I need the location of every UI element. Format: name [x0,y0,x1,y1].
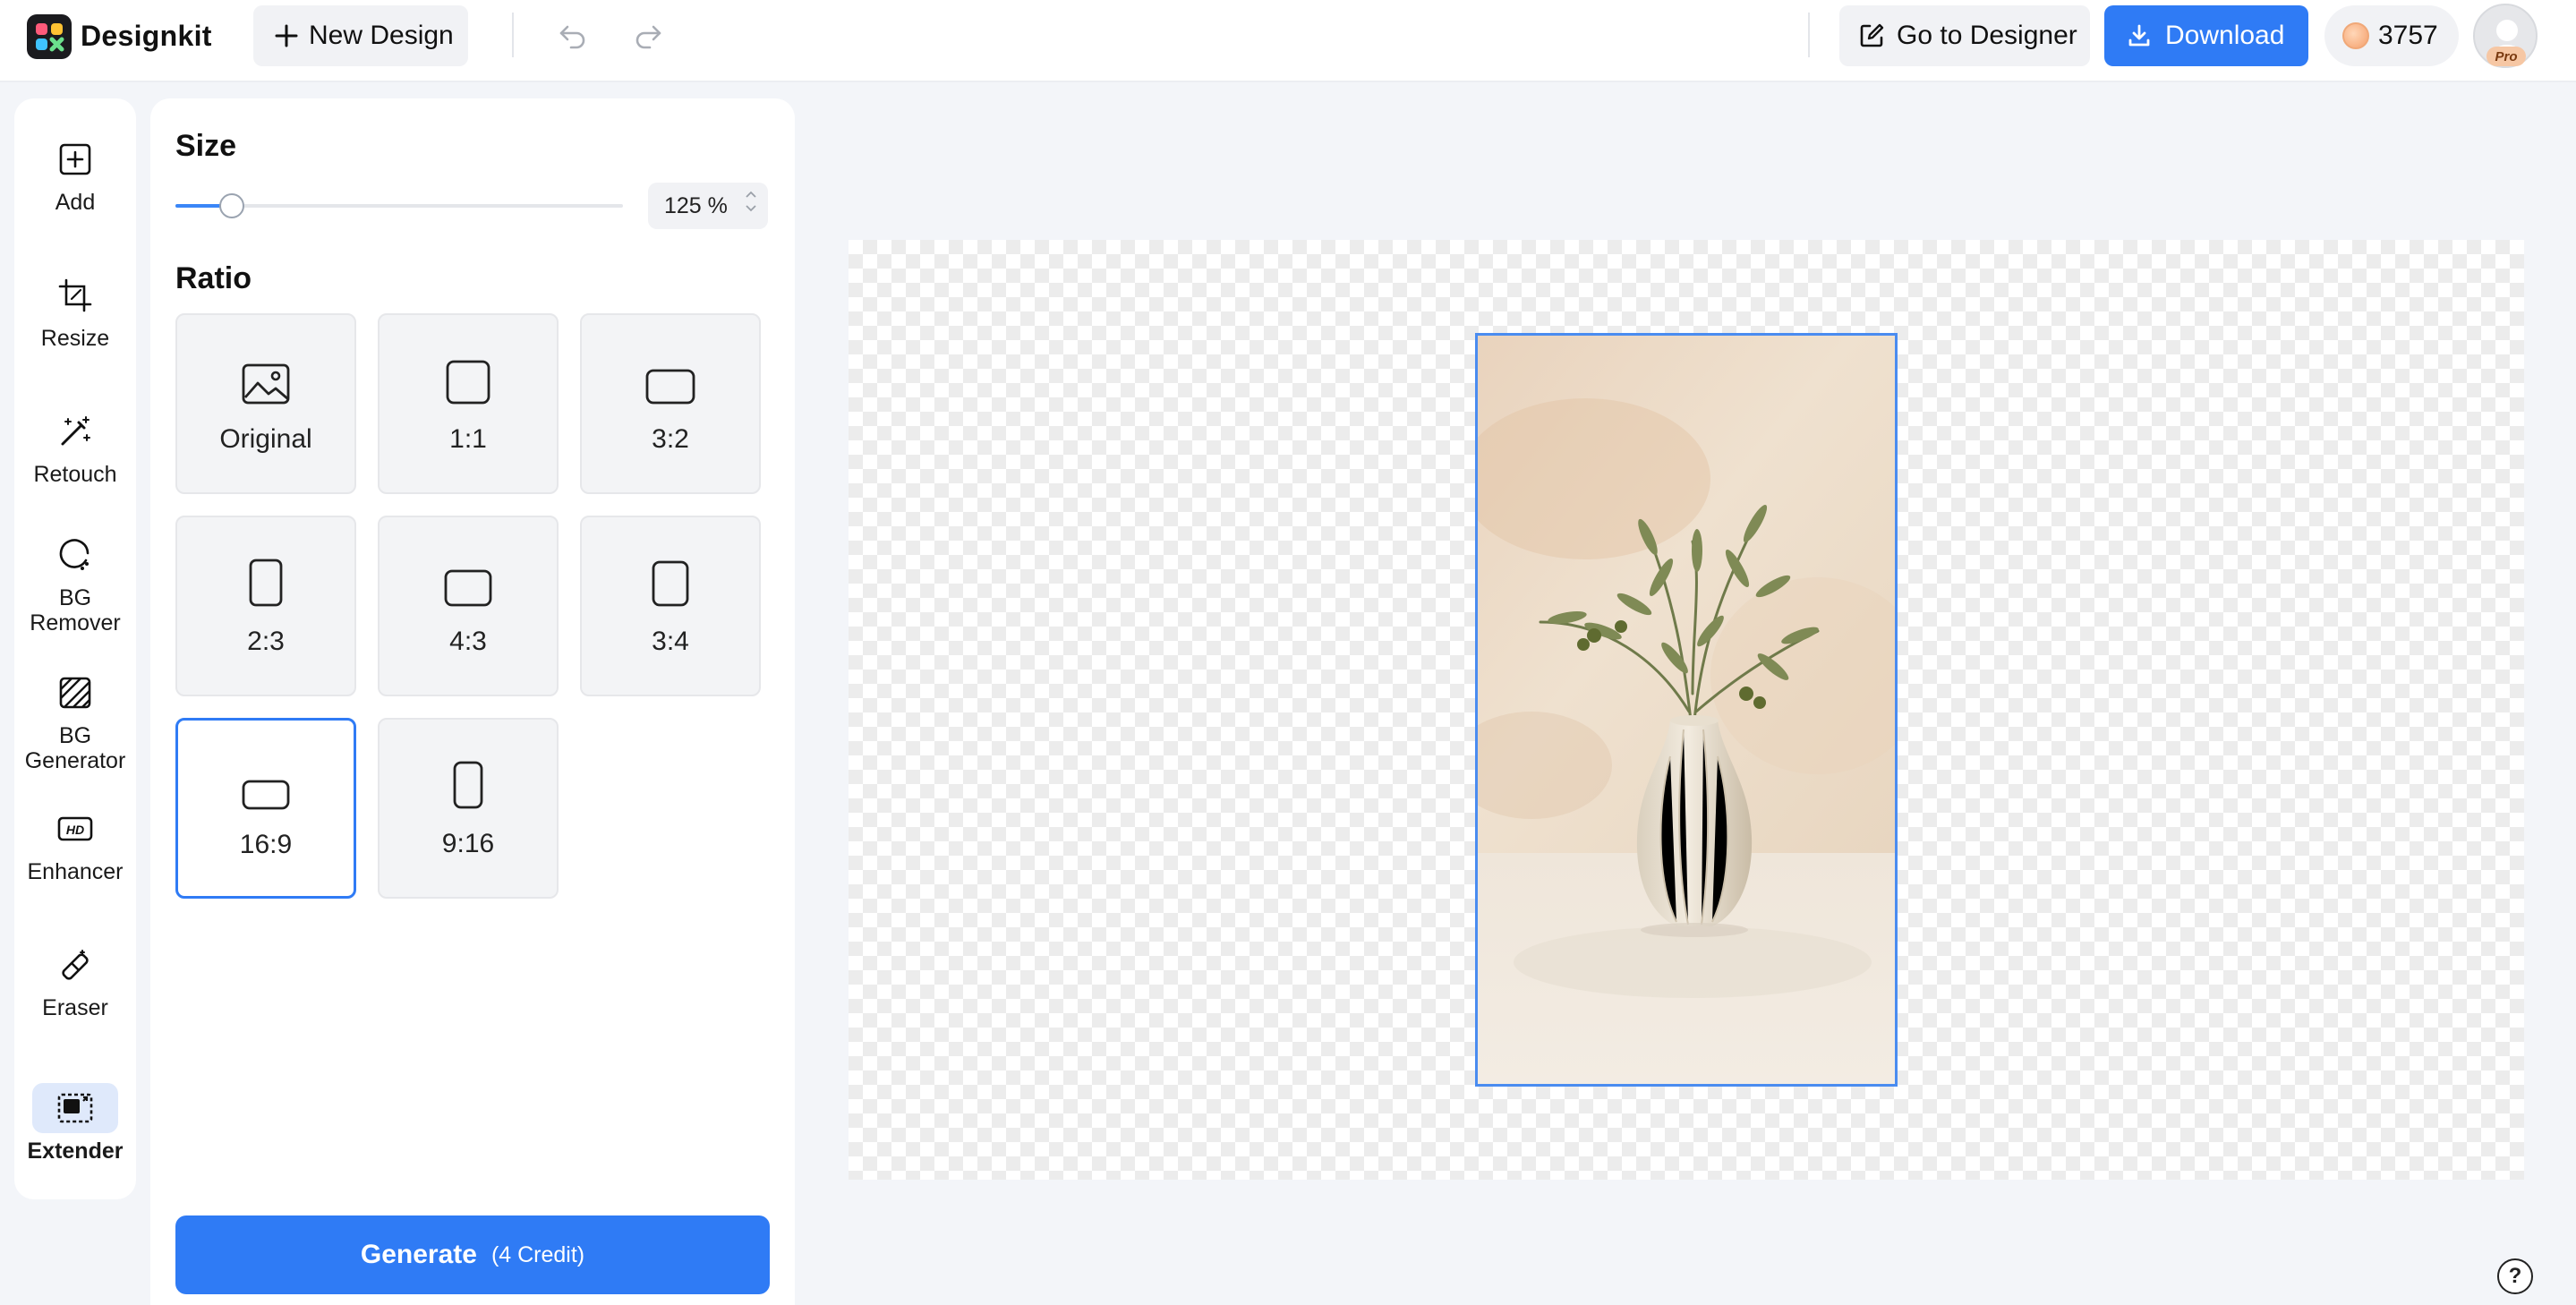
redo-button[interactable] [628,16,668,55]
ratio-1-1[interactable]: 1:1 [378,313,559,494]
rail-item-eraser[interactable]: Eraser [14,940,136,1020]
ratio-3-4[interactable]: 3:4 [580,516,761,696]
ratio-2-3-icon [249,559,283,607]
bg-remover-icon [59,539,90,570]
coin-icon [2342,22,2369,49]
ratio-2-3[interactable]: 2:3 [175,516,356,696]
settings-panel: Size 125 % Ratio Original 1:1 3:2 2:3 4:… [150,98,795,1305]
ratio-label: 9:16 [441,829,495,858]
magic-wand-icon [61,416,90,446]
rail-item-label: Retouch [33,462,117,487]
pro-badge: Pro [2486,47,2526,66]
ratio-title: Ratio [175,261,252,295]
rail-item-bg-remover[interactable]: BG Remover [14,530,136,635]
chevron-down-icon[interactable] [745,204,757,213]
size-stepper[interactable]: 125 % [648,183,768,229]
ratio-label: Original [219,424,312,454]
size-slider-handle[interactable] [219,193,244,218]
rail-item-label: BG Generator [24,723,126,773]
tool-rail: Add Resize Retouch BG Remover BG Generat… [14,98,136,1199]
rail-item-retouch[interactable]: Retouch [14,406,136,487]
size-title: Size [175,129,237,163]
new-design-label: New Design [309,21,454,50]
rail-item-resize[interactable]: Resize [14,270,136,351]
bg-generator-icon [59,677,91,709]
download-button[interactable]: Download [2104,5,2308,66]
ratio-4-3[interactable]: 4:3 [378,516,559,696]
download-icon [2128,24,2150,47]
download-label: Download [2165,21,2285,50]
source-image[interactable] [1475,333,1898,1087]
brand-name: Designkit [81,20,212,52]
ratio-label: 3:2 [652,424,689,454]
ratio-original[interactable]: Original [175,313,356,494]
help-icon: ? [2508,1264,2522,1288]
plus-icon [275,24,298,47]
generate-button[interactable]: Generate (4 Credit) [175,1215,770,1294]
top-bar: Designkit New Design Go to Designer Down… [0,0,2576,82]
undo-icon [559,25,585,49]
generate-cost: (4 Credit) [490,1241,585,1267]
ratio-9-16[interactable]: 9:16 [378,718,559,899]
image-icon [242,363,290,405]
help-button[interactable]: ? [2497,1258,2533,1294]
rail-item-label: Enhancer [27,859,124,884]
size-slider[interactable] [175,193,623,218]
rail-item-extender[interactable]: Extender [14,1083,136,1164]
ratio-label: 2:3 [247,627,285,656]
ratio-label: 3:4 [652,627,689,656]
undo-button[interactable] [553,16,593,55]
rail-item-label: Resize [40,326,110,351]
rail-item-bg-generator[interactable]: BG Generator [14,668,136,773]
ratio-3-4-icon [652,560,689,607]
eraser-icon [62,950,89,980]
rail-item-label: BG Remover [30,585,121,635]
rail-item-label: Eraser [42,995,108,1020]
ratio-16-9[interactable]: 16:9 [175,718,356,899]
rail-item-enhancer[interactable]: HD Enhancer [14,804,136,884]
ratio-4-3-icon [444,569,492,607]
edit-external-icon [1860,23,1884,47]
rail-item-label: Add [55,190,96,215]
crop-icon [58,278,92,312]
size-value: 125 % [664,192,728,218]
go-to-designer-label: Go to Designer [1897,21,2077,50]
vase-photo [1478,336,1895,1084]
toolbar-divider [512,13,514,57]
ratio-16-9-icon [242,780,290,810]
svg-text:HD: HD [66,823,84,837]
credits-balance[interactable]: 3757 [2324,5,2459,66]
generate-label: Generate [360,1240,477,1269]
add-square-icon [59,143,91,175]
credits-value: 3757 [2378,21,2438,50]
chevron-up-icon[interactable] [745,190,757,199]
designkit-logo[interactable] [27,14,72,59]
toolbar-divider [1808,13,1810,57]
go-to-designer-button[interactable]: Go to Designer [1839,5,2090,66]
ratio-1-1-icon [446,360,490,405]
rail-item-label: Extender [27,1139,124,1164]
ratio-3-2-icon [645,369,695,405]
ratio-label: 1:1 [449,424,487,454]
redo-icon [635,25,661,49]
ratio-label: 4:3 [449,627,487,656]
ratio-3-2[interactable]: 3:2 [580,313,761,494]
new-design-button[interactable]: New Design [253,5,468,66]
ratio-label: 16:9 [239,830,293,859]
rail-item-add[interactable]: Add [14,134,136,215]
hd-icon: HD [57,816,93,841]
extender-icon [57,1093,93,1123]
ratio-9-16-icon [453,761,483,809]
